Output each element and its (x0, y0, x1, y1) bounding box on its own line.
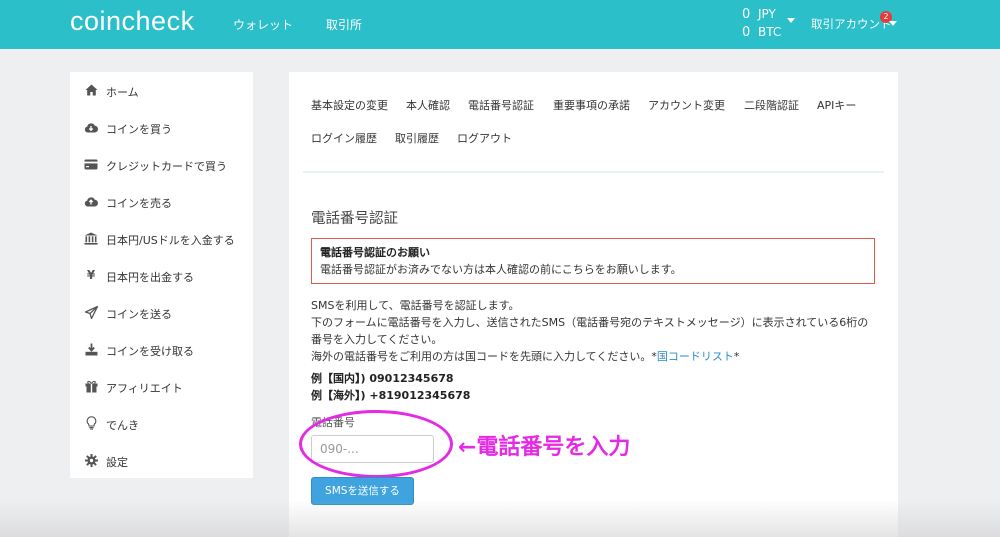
tab-terms-acceptance[interactable]: 重要事項の承諾 (553, 97, 630, 113)
balance-btc-amount: 0 (742, 25, 751, 40)
balance-dropdown-caret-icon[interactable] (787, 18, 795, 23)
sidebar-item-home[interactable]: ホーム (70, 75, 253, 105)
sidebar-item-send[interactable]: コインを送る (70, 297, 253, 327)
send-icon (84, 305, 98, 319)
example-overseas: 例【海外】) +819012345678 (311, 389, 471, 402)
sidebar-item-credit-card[interactable]: クレジットカードで買う (70, 149, 253, 179)
description-line-4: 海外の電話番号をご利用の方は国コードを先頭に入力してください。*国コードリスト* (311, 348, 739, 364)
sidebar-item-label: クレジットカードで買う (106, 160, 227, 173)
sidebar-item-buy[interactable]: コインを買う (70, 112, 253, 142)
alert-title: 電話番号認証のお願い (320, 246, 430, 259)
sidebar-item-label: 設定 (106, 456, 128, 469)
tab-trade-history[interactable]: 取引履歴 (395, 130, 439, 146)
download-icon (84, 342, 98, 356)
description-line-1: SMSを利用して、電話番号を認証します。 (311, 299, 520, 312)
sidebar-item-label: コインを買う (106, 123, 172, 136)
description-line-3: 番号を入力してください。 (311, 333, 443, 346)
sidebar-item-label: ホーム (106, 86, 139, 99)
sidebar-item-label: コインを受け取る (106, 345, 194, 358)
send-sms-button[interactable]: SMSを送信する (311, 477, 414, 505)
example-domestic: 例【国内】) 09012345678 (311, 372, 454, 385)
yen-icon: ¥ (86, 268, 96, 282)
account-dropdown-caret-icon[interactable] (889, 21, 897, 26)
tab-identity-verification[interactable]: 本人確認 (406, 97, 450, 113)
sidebar-item-settings[interactable]: 設定 (70, 445, 253, 475)
tab-api-key[interactable]: APIキー (817, 97, 856, 113)
sidebar-item-label: 日本円/USドルを入金する (106, 234, 235, 247)
cloud-download-icon (84, 120, 98, 134)
tab-divider (303, 171, 884, 173)
home-icon (84, 83, 98, 97)
balance-jpy-currency: JPY (758, 7, 776, 21)
description-text: * (733, 350, 740, 363)
sidebar-item-sell[interactable]: コインを売る (70, 186, 253, 216)
country-code-list-link[interactable]: 国コードリスト (657, 350, 734, 363)
nav-exchange[interactable]: 取引所 (326, 16, 362, 33)
sidebar-item-receive[interactable]: コインを受け取る (70, 334, 253, 364)
top-header: coincheck ウォレット 取引所 0 JPY 0 BTC 取引アカウント 2 (0, 0, 1000, 49)
coincheck-logo[interactable]: coincheck (70, 6, 195, 37)
bank-icon (84, 231, 98, 245)
gift-icon (84, 379, 98, 393)
sidebar-item-deposit[interactable]: 日本円/USドルを入金する (70, 223, 253, 253)
balance-jpy-amount: 0 (742, 7, 751, 22)
tab-account-change[interactable]: アカウント変更 (648, 97, 725, 113)
tab-phone-verification[interactable]: 電話番号認証 (468, 97, 534, 113)
nav-wallet[interactable]: ウォレット (233, 16, 293, 33)
cloud-upload-icon (84, 194, 98, 208)
sidebar: ホーム コインを買う クレジットカードで買う コインを売る 日本円/USドルを入… (70, 72, 253, 478)
page-title: 電話番号認証 (311, 211, 398, 227)
sidebar-item-electricity[interactable]: でんき (70, 408, 253, 438)
tab-logout[interactable]: ログアウト (457, 130, 512, 146)
balance-btc-currency: BTC (758, 25, 782, 39)
sidebar-item-label: コインを売る (106, 197, 172, 210)
sidebar-item-label: でんき (106, 419, 139, 432)
tab-login-history[interactable]: ログイン履歴 (311, 130, 377, 146)
sidebar-item-withdraw[interactable]: ¥ 日本円を出金する (70, 260, 253, 290)
credit-card-icon (84, 157, 98, 171)
tab-basic-settings[interactable]: 基本設定の変更 (311, 97, 388, 113)
gear-icon (84, 453, 98, 467)
notice-alert: 電話番号認証のお願い 電話番号認証がお済みでない方は本人確認の前にこちらをお願い… (311, 238, 875, 284)
sidebar-item-label: 日本円を出金する (106, 271, 194, 284)
balance-jpy[interactable]: 0 JPY (742, 7, 776, 22)
highlight-ellipse (299, 410, 453, 478)
balance-btc[interactable]: 0 BTC (742, 25, 781, 40)
sidebar-item-label: アフィリエイト (106, 382, 183, 395)
description-line-2: 下のフォームに電話番号を入力し、送信されたSMS（電話番号宛のテキストメッセージ… (311, 316, 869, 329)
sidebar-item-label: コインを送る (106, 308, 172, 321)
sidebar-item-affiliate[interactable]: アフィリエイト (70, 371, 253, 401)
description-text: 海外の電話番号をご利用の方は国コードを先頭に入力してください。* (311, 350, 657, 363)
lightbulb-icon (84, 416, 98, 430)
tab-two-factor[interactable]: 二段階認証 (744, 97, 799, 113)
alert-body: 電話番号認証がお済みでない方は本人確認の前にこちらをお願いします。 (320, 263, 682, 276)
annotation-label: ←電話番号を入力 (458, 435, 631, 460)
